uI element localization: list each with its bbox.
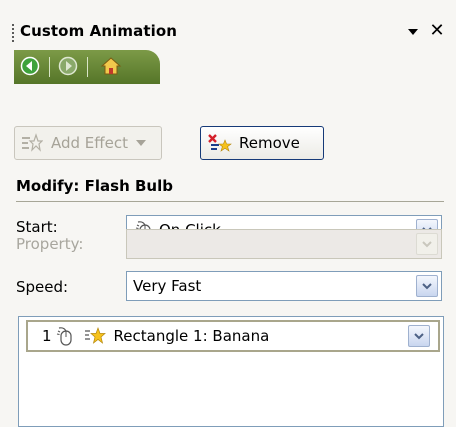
start-label: Start: <box>16 218 58 236</box>
remove-label: Remove <box>239 134 300 152</box>
add-effect-button[interactable]: Add Effect <box>14 126 162 160</box>
property-select <box>126 229 442 259</box>
chevron-down-icon <box>416 233 438 255</box>
property-label: Property: <box>16 235 84 253</box>
modify-heading: Modify: Flash Bulb <box>16 177 173 195</box>
speed-select[interactable]: Very Fast <box>126 271 442 301</box>
effect-order-number: 1 <box>42 327 52 345</box>
forward-icon[interactable] <box>56 54 80 78</box>
speed-value: Very Fast <box>133 277 202 295</box>
remove-button[interactable]: Remove <box>200 126 324 160</box>
add-effect-icon <box>21 133 43 153</box>
panel-title: Custom Animation <box>20 22 178 40</box>
back-icon[interactable] <box>18 54 42 78</box>
nav-separator <box>49 57 50 77</box>
emphasis-effect-icon <box>84 326 106 346</box>
chevron-down-icon[interactable] <box>408 325 430 347</box>
add-effect-label: Add Effect <box>51 134 128 152</box>
chevron-down-icon <box>135 140 146 146</box>
nav-separator <box>87 57 88 77</box>
mouse-click-icon <box>56 326 74 346</box>
home-icon[interactable] <box>96 54 126 78</box>
chevron-down-icon[interactable] <box>416 275 438 297</box>
close-icon[interactable]: ✕ <box>428 20 446 42</box>
effect-name: Rectangle 1: Banana <box>113 327 270 345</box>
list-item[interactable]: 1 Rectangle 1: Banana <box>26 320 440 352</box>
remove-effect-icon <box>207 133 233 153</box>
section-divider <box>16 201 444 202</box>
panel-grip[interactable] <box>12 24 14 42</box>
speed-label: Speed: <box>16 278 69 296</box>
panel-menu-dropdown-icon[interactable] <box>404 20 422 42</box>
